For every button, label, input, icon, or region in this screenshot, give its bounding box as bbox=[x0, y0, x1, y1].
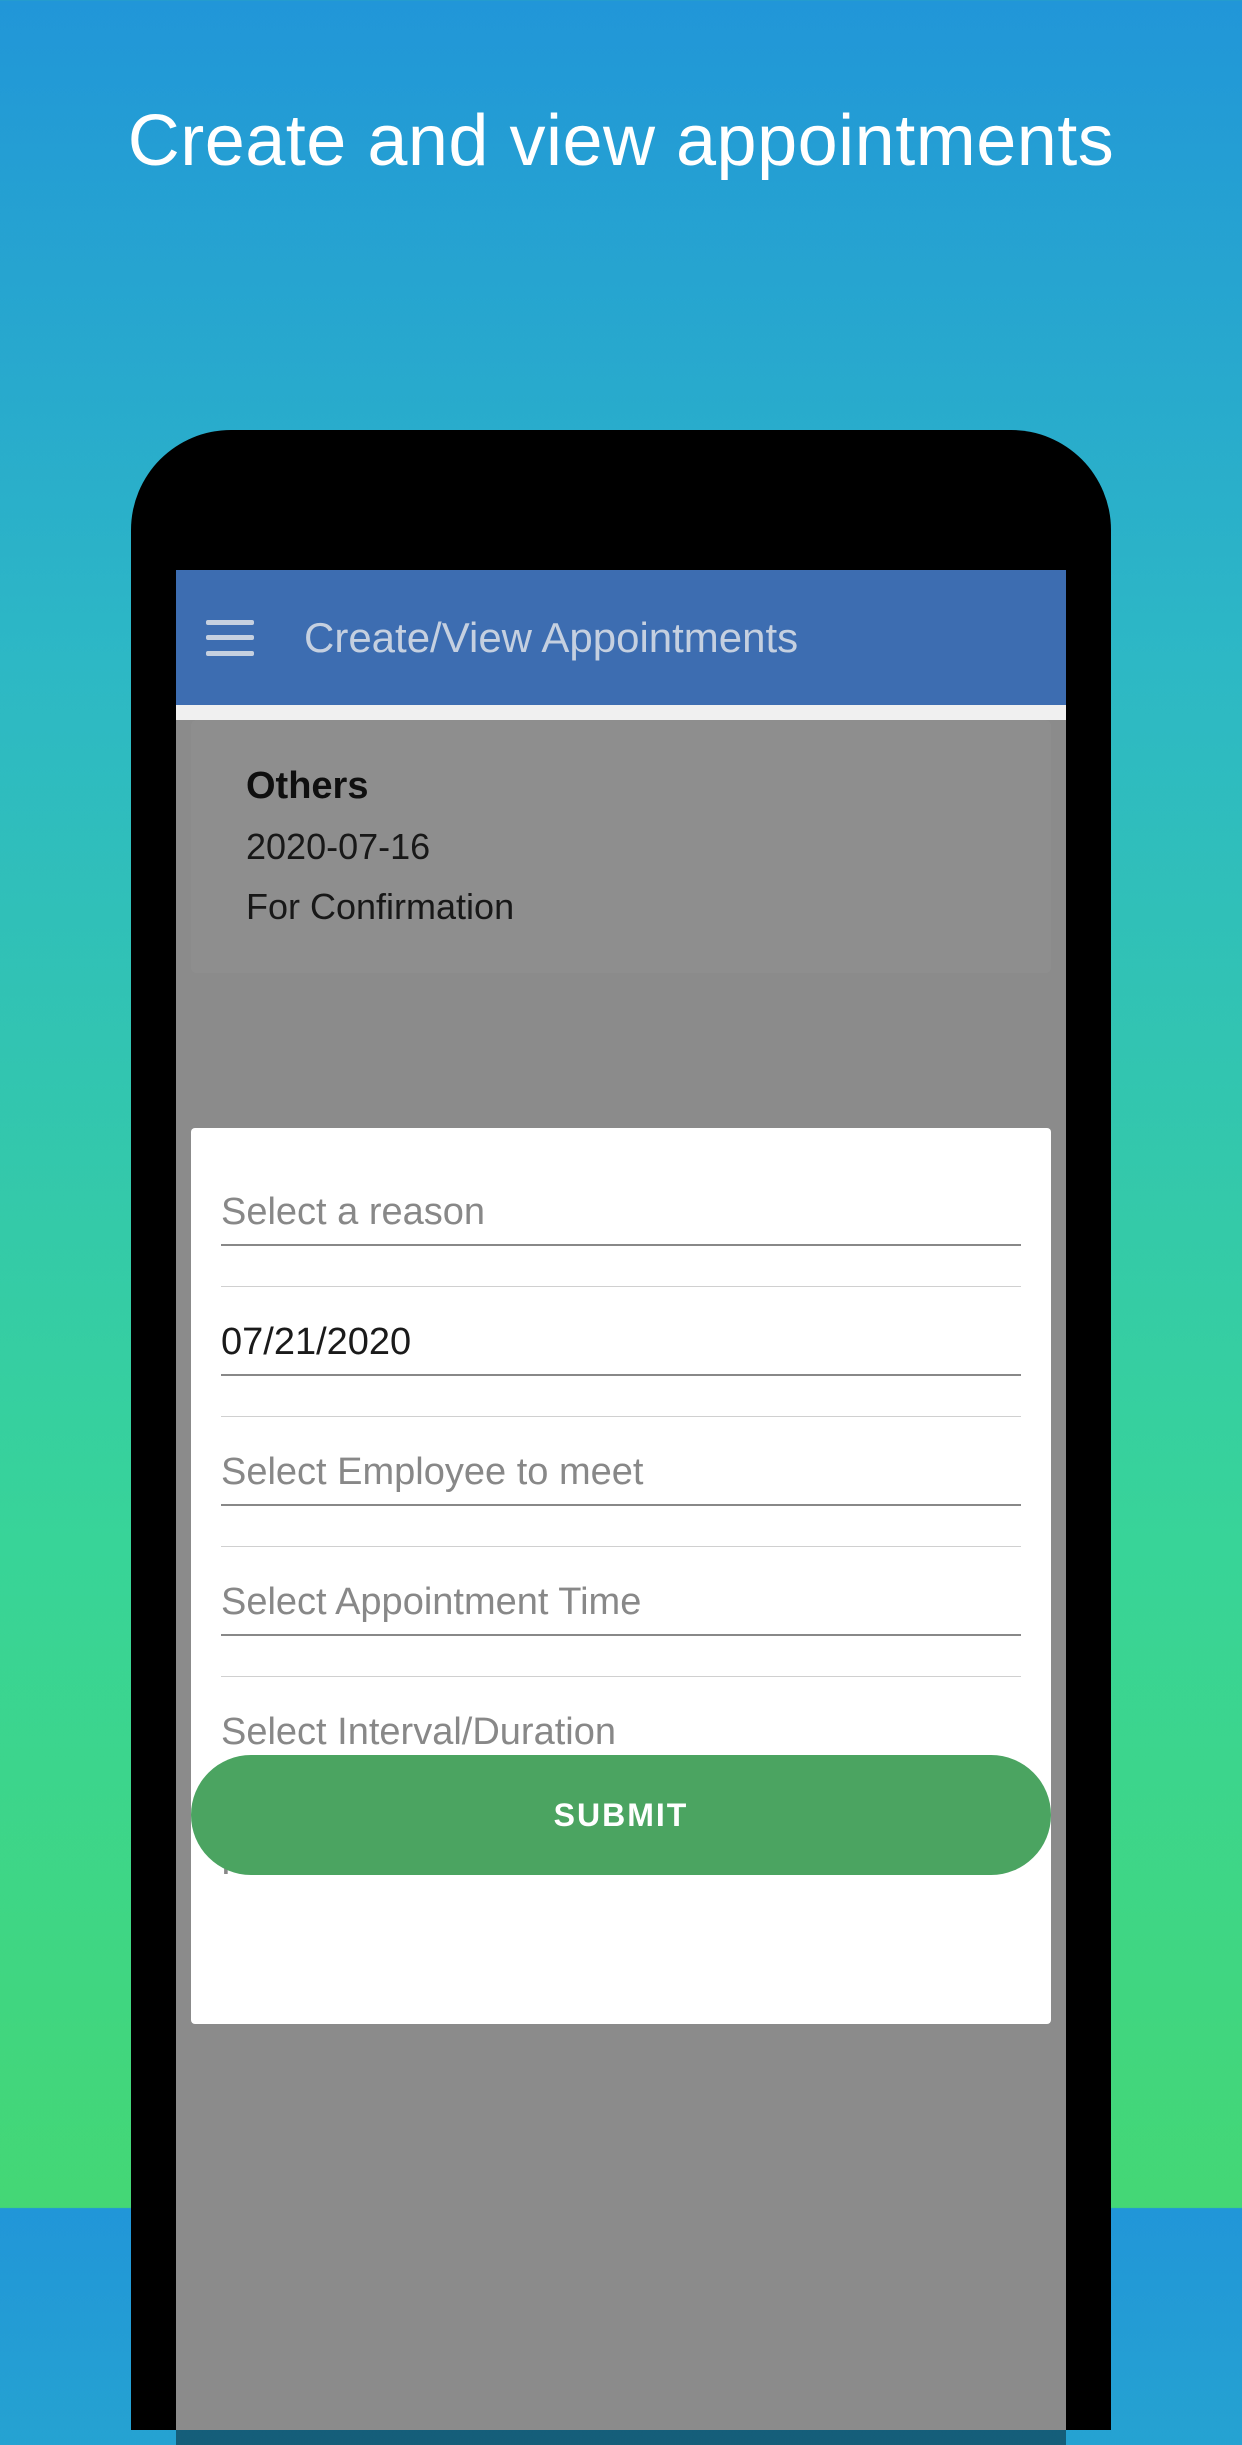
date-input[interactable]: 07/21/2020 bbox=[221, 1293, 1021, 1376]
app-bar: Create/View Appointments bbox=[176, 570, 1066, 705]
hamburger-menu-icon[interactable] bbox=[206, 620, 254, 656]
appointment-form-modal: Select a reason 07/21/2020 Select Employ… bbox=[191, 1128, 1051, 2024]
time-placeholder: Select Appointment Time bbox=[221, 1581, 641, 1623]
submit-button[interactable]: SUBMIT bbox=[191, 1755, 1051, 1875]
promo-title: Create and view appointments bbox=[0, 0, 1242, 182]
phone-frame: Create/View Appointments Others 2020-07-… bbox=[131, 430, 1111, 2430]
content-area: Others 2020-07-16 For Confirmation Cance… bbox=[176, 720, 1066, 2445]
time-select[interactable]: Select Appointment Time bbox=[221, 1553, 1021, 1636]
phone-screen: Create/View Appointments Others 2020-07-… bbox=[176, 570, 1066, 2430]
employee-placeholder: Select Employee to meet bbox=[221, 1451, 643, 1493]
interval-placeholder: Select Interval/Duration bbox=[221, 1711, 616, 1753]
reason-placeholder: Select a reason bbox=[221, 1191, 485, 1233]
app-bar-title: Create/View Appointments bbox=[304, 614, 798, 662]
reason-select[interactable]: Select a reason bbox=[221, 1163, 1021, 1246]
employee-select[interactable]: Select Employee to meet bbox=[221, 1423, 1021, 1506]
interval-select[interactable]: Select Interval/Duration bbox=[221, 1683, 1021, 1766]
date-value: 07/21/2020 bbox=[221, 1321, 411, 1363]
